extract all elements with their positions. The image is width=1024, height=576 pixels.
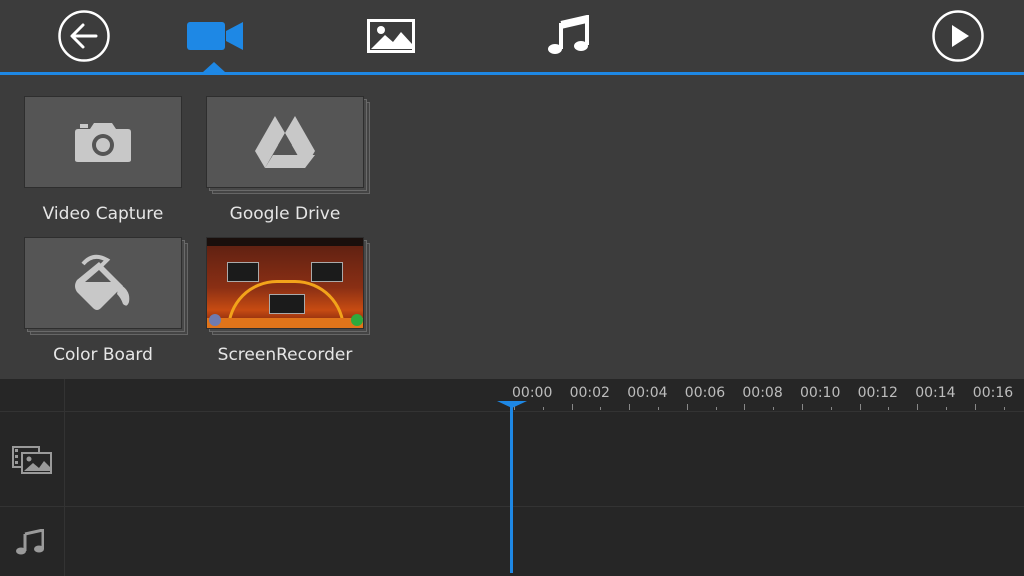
film-image-icon xyxy=(12,446,52,474)
source-label: Video Capture xyxy=(42,204,164,224)
paint-bucket-icon xyxy=(75,254,130,310)
ruler-tick xyxy=(802,404,803,410)
ruler-time-label: 00:10 xyxy=(800,385,841,401)
thumbnail-card xyxy=(227,262,259,282)
ruler-time-label: 00:12 xyxy=(857,385,898,401)
google-drive-icon xyxy=(255,116,315,168)
ruler-tick xyxy=(600,407,602,410)
source-card[interactable] xyxy=(24,96,182,188)
thumbnail-header xyxy=(207,238,363,246)
thumbnail-floor xyxy=(207,318,363,328)
time-ruler[interactable]: 00:00 00:02 00:04 00:06 00:08 00:10 00:12 00:14… xyxy=(510,379,1024,411)
ruler-tick xyxy=(917,404,919,410)
video-track-header[interactable] xyxy=(10,443,54,477)
active-tab-indicator xyxy=(203,62,225,72)
ruler-tick xyxy=(658,407,659,410)
source-label: Google Drive xyxy=(229,204,341,224)
source-label: Color Board xyxy=(53,345,153,365)
thumbnail-card xyxy=(269,294,305,314)
timeline[interactable]: 00:00 00:02 00:04 00:06 00:08 00:10 00:12 00:14… xyxy=(0,379,1024,576)
ruler-time-label: 00:16 xyxy=(972,385,1014,401)
ruler-time-label: 00:14 xyxy=(915,385,956,401)
image-icon xyxy=(367,19,415,53)
source-card[interactable] xyxy=(24,237,182,329)
playhead[interactable] xyxy=(510,403,513,573)
thumbnail-back-icon xyxy=(209,314,221,326)
tab-music[interactable] xyxy=(540,10,596,60)
ruler-tick xyxy=(830,407,832,410)
source-label: ScreenRecorder xyxy=(217,345,353,365)
ruler-tick xyxy=(946,407,947,410)
ruler-tick xyxy=(859,404,861,410)
ruler-time-label: 00:02 xyxy=(569,385,610,401)
video-camera-icon xyxy=(187,22,243,50)
thumbnail-play-icon xyxy=(351,314,363,326)
source-card[interactable] xyxy=(206,96,364,188)
play-icon xyxy=(932,10,984,62)
music-note-icon xyxy=(548,15,589,54)
media-source-panel: Video Capture Google Drive Color Board S… xyxy=(0,75,1024,379)
ruler-tick xyxy=(773,407,775,410)
ruler-tick xyxy=(888,407,890,410)
tab-video[interactable] xyxy=(182,12,248,60)
folder-thumbnail[interactable] xyxy=(206,237,364,329)
ruler-tick xyxy=(974,404,976,410)
thumbnail-card xyxy=(311,262,343,282)
ruler-tick xyxy=(571,404,573,410)
ruler-tick xyxy=(744,404,746,410)
camera-icon xyxy=(75,123,131,162)
music-note-icon xyxy=(16,529,44,555)
ruler-tick xyxy=(715,407,717,410)
ruler-tick xyxy=(1003,407,1005,410)
tab-photo[interactable] xyxy=(360,12,422,60)
back-arrow-icon xyxy=(58,10,110,62)
ruler-tick xyxy=(629,404,631,410)
back-button[interactable] xyxy=(57,9,111,63)
play-button[interactable] xyxy=(931,9,985,63)
ruler-tick xyxy=(542,407,544,410)
top-toolbar xyxy=(0,0,1024,72)
ruler-time-label: 00:06 xyxy=(684,385,726,401)
video-editor-app: Video Capture Google Drive Color Board S… xyxy=(0,0,1024,576)
audio-track-header[interactable] xyxy=(14,526,46,558)
ruler-time-label: 00:00 xyxy=(512,385,553,401)
ruler-tick xyxy=(686,404,688,410)
ruler-time-label: 00:04 xyxy=(627,385,668,401)
ruler-time-label: 00:08 xyxy=(742,385,783,401)
